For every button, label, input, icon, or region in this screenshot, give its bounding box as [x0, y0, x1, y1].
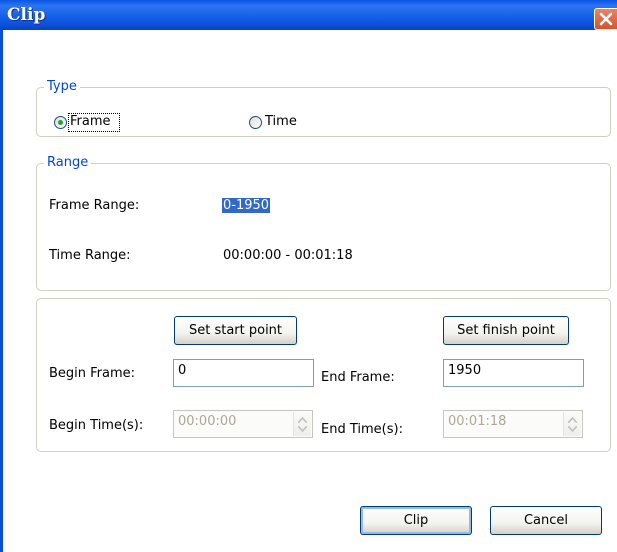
frame-radio[interactable] — [54, 116, 67, 129]
window-title: Clip — [7, 5, 46, 25]
frame-range-label: Frame Range: — [49, 198, 140, 213]
spin-down-icon — [568, 426, 577, 432]
end-time-input: 00:01:18 — [443, 410, 583, 438]
begin-time-input: 00:00:00 — [173, 410, 313, 438]
time-range-label: Time Range: — [49, 248, 131, 263]
begin-time-spinner — [293, 412, 311, 436]
close-button[interactable] — [594, 8, 617, 30]
set-finish-point-button[interactable]: Set finish point — [443, 316, 569, 345]
range-group: Range — [36, 155, 611, 291]
radio-selected-dot — [58, 120, 63, 125]
time-range-value: 00:00:00 - 00:01:18 — [223, 248, 353, 263]
time-radio-label[interactable]: Time — [265, 114, 297, 129]
end-frame-input[interactable]: 1950 — [443, 359, 584, 387]
clip-dialog: Clip Type Frame Time Range Frame Range: … — [0, 0, 617, 552]
end-time-spinner — [563, 412, 581, 436]
spin-up-icon — [568, 417, 577, 423]
begin-frame-label: Begin Frame: — [49, 366, 136, 381]
cancel-button[interactable]: Cancel — [490, 506, 602, 535]
clip-button[interactable]: Clip — [360, 506, 472, 535]
begin-time-label: Begin Time(s): — [49, 418, 144, 433]
type-group: Type — [36, 79, 611, 137]
close-icon — [599, 12, 613, 26]
spin-up-icon — [298, 417, 307, 423]
range-legend: Range — [44, 155, 92, 170]
set-start-point-button[interactable]: Set start point — [174, 316, 297, 345]
frame-radio-label[interactable]: Frame — [70, 114, 111, 129]
begin-time-value: 00:00:00 — [178, 414, 237, 429]
end-time-value: 00:01:18 — [448, 414, 507, 429]
end-frame-label: End Frame: — [321, 370, 395, 385]
frame-range-value[interactable]: 0-1950 — [222, 198, 271, 213]
begin-frame-input[interactable]: 0 — [173, 359, 314, 387]
spin-down-icon — [298, 426, 307, 432]
type-legend: Type — [44, 79, 80, 94]
title-bar[interactable]: Clip — [0, 0, 617, 30]
end-time-label: End Time(s): — [321, 422, 403, 437]
time-radio[interactable] — [249, 116, 262, 129]
dialog-body: Type Frame Time Range Frame Range: 0-195… — [3, 30, 617, 552]
